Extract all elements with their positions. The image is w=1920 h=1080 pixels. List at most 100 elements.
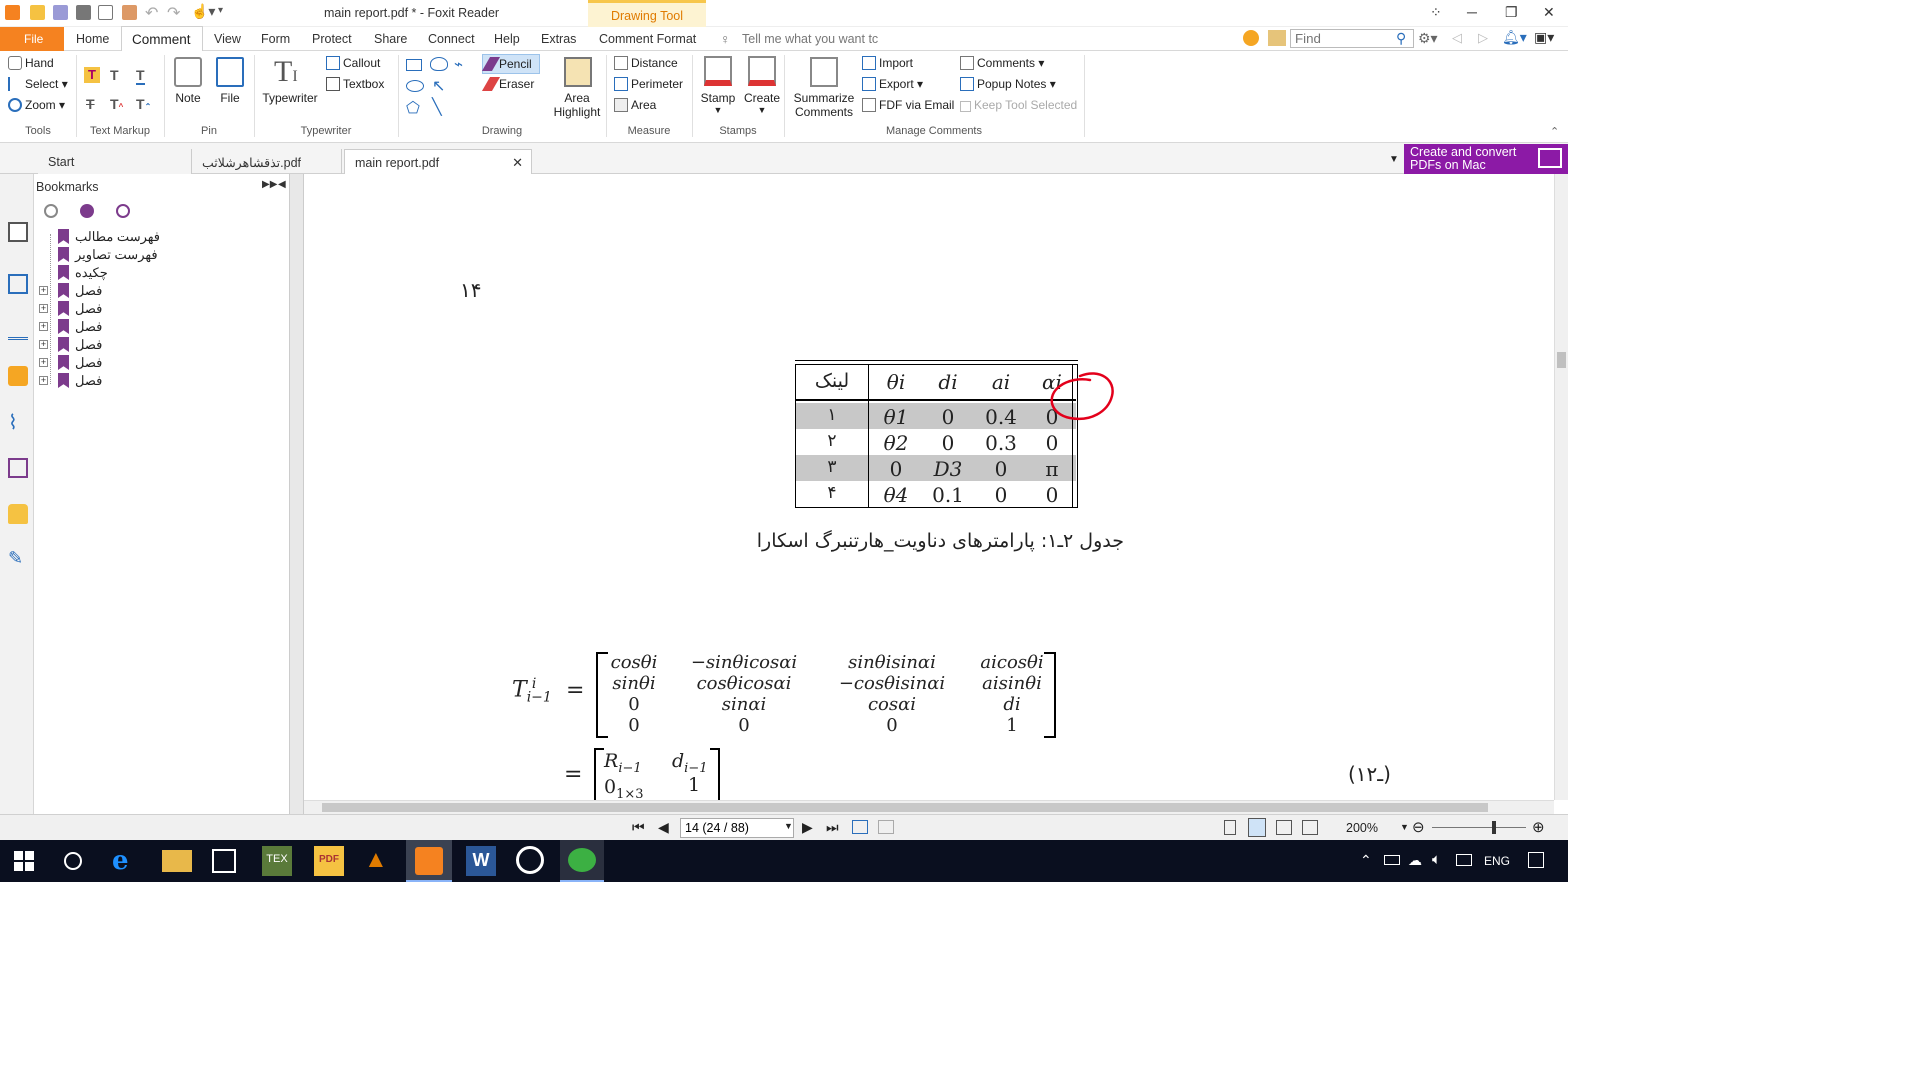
- underline-text-icon[interactable]: T: [136, 67, 145, 85]
- next-view-icon[interactable]: [878, 820, 894, 834]
- file-button[interactable]: File: [210, 91, 250, 105]
- red-pencil-annotation[interactable]: [1040, 366, 1118, 430]
- keep-tool-selected-checkbox[interactable]: Keep Tool Selected: [960, 98, 1077, 112]
- settings-gear-icon[interactable]: ⚙▾: [1418, 30, 1438, 47]
- polygon-icon[interactable]: ⬠: [406, 98, 420, 118]
- foxit-logo-icon[interactable]: [5, 5, 20, 20]
- pencil-button[interactable]: Pencil: [481, 54, 540, 74]
- replace-text-icon[interactable]: T^: [110, 96, 123, 112]
- close-icon[interactable]: ✕: [1543, 4, 1555, 21]
- bookmark-item[interactable]: + فصل: [39, 354, 162, 372]
- collapse-panel-icon[interactable]: ◀: [278, 179, 286, 190]
- continuous-view-icon[interactable]: [1248, 818, 1266, 837]
- tab-help[interactable]: Help: [494, 32, 520, 46]
- battery-icon[interactable]: [1384, 855, 1400, 865]
- stamp-icon[interactable]: [704, 56, 732, 86]
- store-icon[interactable]: [212, 849, 236, 873]
- fdf-via-email-button[interactable]: FDF via Email: [862, 98, 954, 112]
- tab-comment-format[interactable]: Comment Format: [599, 32, 696, 46]
- first-page-icon[interactable]: ⏮: [632, 819, 645, 836]
- hand-tool-button[interactable]: Hand: [8, 56, 54, 70]
- zoom-dropdown-icon[interactable]: ▼: [1400, 822, 1409, 832]
- find-folder-icon[interactable]: [1268, 30, 1286, 46]
- tab-main-report[interactable]: main report.pdf ✕: [344, 149, 532, 174]
- bookmark-item[interactable]: + فصل: [39, 336, 162, 354]
- vertical-scrollbar[interactable]: [1554, 174, 1568, 800]
- area-highlight-icon[interactable]: [564, 57, 592, 87]
- export-button[interactable]: Export ▾: [862, 77, 923, 91]
- expand-bookmark-icon[interactable]: +: [39, 322, 48, 331]
- bookmark-item[interactable]: فهرست مطالب: [42, 228, 162, 246]
- insert-text-icon[interactable]: T⌃: [136, 96, 151, 112]
- texstudio-icon[interactable]: TEX: [262, 846, 292, 876]
- expand-bookmark-icon[interactable]: +: [39, 304, 48, 313]
- tab-start[interactable]: Start: [38, 149, 192, 174]
- note-button[interactable]: Note: [168, 91, 208, 105]
- delete-bookmark-icon[interactable]: [44, 204, 58, 218]
- next-page-icon[interactable]: ▶: [802, 819, 813, 836]
- tab-persian-pdf[interactable]: تذقشاهرشلاثب.pdf: [192, 149, 342, 174]
- collapse-ribbon-icon[interactable]: ⌃: [1550, 125, 1559, 138]
- previous-page-icon[interactable]: ◀: [658, 819, 669, 836]
- expand-bookmark-icon[interactable]: +: [39, 286, 48, 295]
- save-icon[interactable]: [53, 5, 68, 20]
- windows-start-icon[interactable]: [14, 851, 34, 871]
- expand-bookmark-icon[interactable]: +: [39, 358, 48, 367]
- summarize-comments-icon[interactable]: [810, 57, 838, 87]
- zoom-slider[interactable]: [1432, 827, 1526, 828]
- tab-protect[interactable]: Protect: [312, 32, 352, 46]
- bookmark-item[interactable]: + فصل: [39, 372, 162, 390]
- document-page[interactable]: ۱۴ لینک θi di ai αi ۱ θ1 0 0.4 0 ۲ θ2 0 0.3 0 ۳ 0 D3 0 π ۴ θ4…: [304, 174, 1554, 800]
- language-indicator[interactable]: ENG: [1484, 854, 1510, 868]
- create-stamp-button[interactable]: Create ▼: [740, 91, 784, 115]
- next-result-icon[interactable]: ▷: [1478, 30, 1488, 46]
- search-icon[interactable]: ⚲: [1396, 30, 1406, 47]
- bookmark-item[interactable]: + فصل: [39, 318, 162, 336]
- summarize-comments-button[interactable]: Summarize Comments: [790, 91, 858, 119]
- zoom-out-icon[interactable]: ⊖: [1412, 818, 1425, 836]
- customize-quick-access-icon[interactable]: ▾: [218, 5, 223, 16]
- textbox-button[interactable]: Textbox: [326, 77, 384, 91]
- typewriter-icon[interactable]: TI: [274, 55, 298, 89]
- taskbar-app-active[interactable]: [560, 840, 604, 882]
- tab-form[interactable]: Form: [261, 32, 290, 46]
- word-icon[interactable]: W: [466, 846, 496, 876]
- import-button[interactable]: Import: [862, 56, 913, 70]
- bookmark-item[interactable]: چکیده: [42, 264, 162, 282]
- file-attachment-icon[interactable]: [216, 57, 244, 87]
- bookmarks-panel-icon[interactable]: [8, 222, 28, 242]
- distance-button[interactable]: Distance: [614, 56, 678, 70]
- signature-panel-icon[interactable]: [8, 458, 28, 478]
- zoom-in-icon[interactable]: ⊕: [1532, 818, 1545, 836]
- tab-share[interactable]: Share: [374, 32, 407, 46]
- zoom-slider-thumb[interactable]: [1492, 821, 1496, 834]
- obs-icon[interactable]: [516, 846, 544, 874]
- minimize-icon[interactable]: ─: [1467, 4, 1477, 20]
- last-page-icon[interactable]: ⏭: [826, 819, 839, 836]
- attachments-panel-icon[interactable]: ⌇: [8, 410, 18, 435]
- facing-view-icon[interactable]: [1276, 820, 1292, 835]
- expand-bookmark-icon[interactable]: +: [39, 340, 48, 349]
- find-bookmark-icon[interactable]: [116, 204, 130, 218]
- network-icon[interactable]: [1456, 854, 1472, 866]
- tab-file[interactable]: File: [0, 27, 64, 51]
- edge-browser-icon[interactable]: e: [112, 846, 142, 876]
- content-panel-icon[interactable]: ✎: [8, 548, 23, 569]
- file-explorer-icon[interactable]: [162, 850, 192, 872]
- page-number-input[interactable]: [680, 818, 794, 838]
- mac-promo-banner[interactable]: Create and convert PDFs on Mac: [1404, 144, 1568, 174]
- bookmark-item[interactable]: فهرست تصاویر: [42, 246, 162, 264]
- restore-icon[interactable]: ❐: [1505, 4, 1518, 21]
- strikeout-text-icon[interactable]: T: [86, 96, 95, 112]
- ribbon-options-icon[interactable]: ⁘: [1430, 4, 1442, 21]
- stamp-button[interactable]: Stamp ▼: [696, 91, 740, 115]
- new-pdf-icon[interactable]: [122, 5, 137, 20]
- pages-panel-icon[interactable]: [8, 274, 28, 294]
- zoom-level[interactable]: 200%: [1346, 821, 1378, 835]
- tab-list-dropdown-icon[interactable]: ▼: [1389, 154, 1399, 165]
- expand-panel-icon[interactable]: ▶▶: [262, 179, 277, 190]
- tab-view[interactable]: View: [214, 32, 241, 46]
- arrow-icon[interactable]: ↖: [432, 76, 445, 96]
- typewriter-button[interactable]: Typewriter: [258, 91, 322, 105]
- drawing-tool-context-tab[interactable]: Drawing Tool: [588, 0, 706, 27]
